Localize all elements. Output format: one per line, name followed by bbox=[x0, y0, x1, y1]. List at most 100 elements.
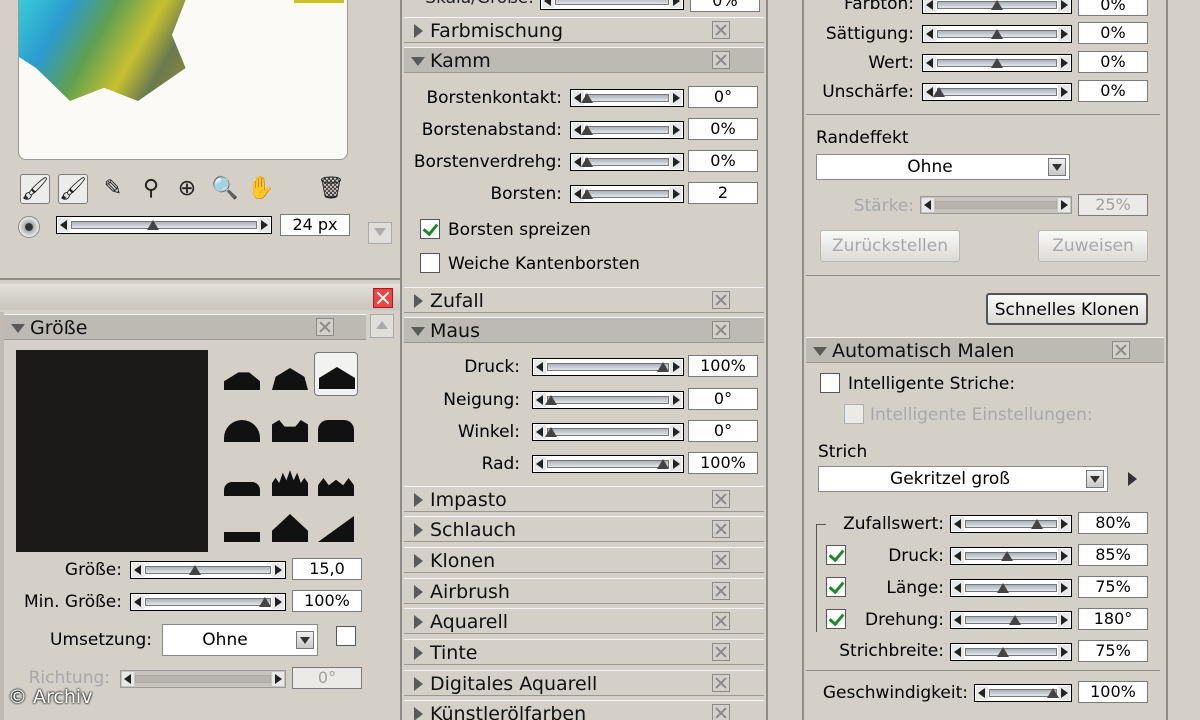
drehung-value[interactable]: 180° bbox=[1078, 608, 1148, 630]
close-section-icon[interactable] bbox=[712, 612, 730, 630]
borstenabstand-slider[interactable] bbox=[570, 121, 684, 139]
close-section-icon[interactable] bbox=[712, 291, 730, 309]
laenge-value[interactable]: 75% bbox=[1078, 576, 1148, 598]
neigung-slider[interactable] bbox=[532, 391, 684, 409]
skala-value[interactable]: 0% bbox=[690, 0, 760, 12]
borstenkontakt-value[interactable]: 0° bbox=[688, 86, 758, 108]
profile-icon[interactable] bbox=[268, 356, 308, 396]
unschaerfe-value[interactable]: 0% bbox=[1078, 80, 1148, 102]
close-section-icon[interactable] bbox=[712, 321, 730, 339]
profile-icon[interactable] bbox=[314, 508, 354, 548]
section-farbmischung[interactable]: Farbmischung bbox=[404, 17, 764, 43]
profile-icon-selected[interactable] bbox=[314, 352, 358, 396]
brush-size-slider[interactable] bbox=[56, 216, 272, 234]
strich-dropdown[interactable]: Gekritzel groß bbox=[818, 466, 1108, 492]
min-groesse-slider[interactable] bbox=[130, 593, 286, 611]
geschwindigkeit-value[interactable]: 100% bbox=[1078, 681, 1148, 703]
magnifier-icon[interactable]: 🔍 bbox=[210, 174, 240, 204]
section-impasto[interactable]: Impasto bbox=[404, 486, 764, 512]
borstenkontakt-slider[interactable] bbox=[570, 89, 684, 107]
profile-icon[interactable] bbox=[314, 408, 354, 448]
apply-button[interactable]: Zuweisen bbox=[1038, 230, 1148, 262]
paintbrush-icon[interactable]: ✎ bbox=[98, 174, 128, 204]
hand-icon[interactable]: ✋ bbox=[246, 174, 276, 204]
borstenverdrehg-slider[interactable] bbox=[570, 153, 684, 171]
laenge-slider[interactable] bbox=[950, 579, 1072, 597]
section-airbrush[interactable]: Airbrush bbox=[404, 578, 764, 604]
section-aquarell[interactable]: Aquarell bbox=[404, 608, 764, 634]
umsetzung-dropdown[interactable]: Ohne bbox=[162, 624, 318, 656]
section-zufall[interactable]: Zufall bbox=[404, 287, 764, 313]
section-klonen[interactable]: Klonen bbox=[404, 547, 764, 573]
auto-druck-slider[interactable] bbox=[950, 547, 1072, 565]
scroll-down-button[interactable] bbox=[368, 222, 392, 244]
flyout-arrow-icon[interactable] bbox=[1128, 472, 1137, 486]
close-section-icon[interactable] bbox=[1112, 341, 1130, 359]
close-section-icon[interactable] bbox=[316, 318, 334, 336]
rad-slider[interactable] bbox=[532, 455, 684, 473]
farbton-slider[interactable] bbox=[922, 0, 1072, 14]
intelligent-strokes-checkbox[interactable] bbox=[820, 373, 840, 393]
color-sampler-icon[interactable]: ⊕ bbox=[172, 174, 202, 204]
section-kamm[interactable]: Kamm bbox=[404, 47, 764, 73]
randeffekt-dropdown[interactable]: Ohne bbox=[816, 154, 1070, 180]
druck-value[interactable]: 100% bbox=[688, 355, 758, 377]
neigung-value[interactable]: 0° bbox=[688, 388, 758, 410]
profile-icon[interactable] bbox=[220, 408, 260, 448]
brush-icon[interactable]: 🖌 bbox=[20, 174, 50, 204]
brush-size-field[interactable]: 24 px bbox=[280, 214, 350, 236]
section-schlauch[interactable]: Schlauch bbox=[404, 516, 764, 542]
close-section-icon[interactable] bbox=[712, 490, 730, 508]
drehung-slider[interactable] bbox=[950, 611, 1072, 629]
borstenabstand-value[interactable]: 0% bbox=[688, 118, 758, 140]
close-section-icon[interactable] bbox=[712, 674, 730, 692]
close-section-icon[interactable] bbox=[712, 643, 730, 661]
close-section-icon[interactable] bbox=[712, 21, 730, 39]
profile-icon[interactable] bbox=[268, 462, 308, 502]
section-automatisch-malen[interactable]: Automatisch Malen bbox=[806, 337, 1164, 363]
min-groesse-value[interactable]: 100% bbox=[292, 590, 362, 612]
zufallswert-slider[interactable] bbox=[950, 515, 1072, 533]
borsten-spreizen-checkbox[interactable] bbox=[420, 219, 440, 239]
strichbreite-value[interactable]: 75% bbox=[1078, 640, 1148, 662]
section-tinte[interactable]: Tinte bbox=[404, 639, 764, 665]
farbton-value[interactable]: 0% bbox=[1078, 0, 1148, 16]
trash-icon[interactable]: 🗑 bbox=[316, 174, 346, 204]
profile-icon[interactable] bbox=[268, 508, 308, 548]
borsten-value[interactable]: 2 bbox=[688, 182, 758, 204]
profile-icon[interactable] bbox=[268, 408, 308, 448]
section-kuenstleroelfarben[interactable]: Künstlerölfarben bbox=[404, 700, 764, 720]
laenge-checkbox[interactable] bbox=[826, 577, 846, 597]
profile-icon[interactable] bbox=[220, 356, 260, 396]
skala-slider[interactable] bbox=[540, 0, 684, 10]
brush-alt-icon[interactable]: 🖌 bbox=[58, 174, 88, 204]
close-section-icon[interactable] bbox=[712, 51, 730, 69]
drehung-checkbox[interactable] bbox=[826, 609, 846, 629]
profile-icon[interactable] bbox=[220, 508, 260, 548]
close-section-icon[interactable] bbox=[712, 520, 730, 538]
borstenverdrehg-value[interactable]: 0% bbox=[688, 150, 758, 172]
unschaerfe-slider[interactable] bbox=[922, 83, 1072, 101]
rad-value[interactable]: 100% bbox=[688, 452, 758, 474]
borsten-slider[interactable] bbox=[570, 185, 684, 203]
section-maus[interactable]: Maus bbox=[404, 317, 764, 343]
groesse-value[interactable]: 15,0 bbox=[292, 558, 362, 580]
reset-button[interactable]: Zurückstellen bbox=[820, 230, 960, 262]
strichbreite-slider[interactable] bbox=[950, 643, 1072, 661]
quick-clone-button[interactable]: Schnelles Klonen bbox=[986, 293, 1148, 325]
saettigung-value[interactable]: 0% bbox=[1078, 22, 1148, 44]
druck-checkbox[interactable] bbox=[826, 545, 846, 565]
saettigung-slider[interactable] bbox=[922, 25, 1072, 43]
druck-slider[interactable] bbox=[532, 358, 684, 376]
close-section-icon[interactable] bbox=[712, 704, 730, 720]
close-panel-button[interactable] bbox=[373, 288, 393, 308]
zufallswert-value[interactable]: 80% bbox=[1078, 512, 1148, 534]
auto-druck-value[interactable]: 85% bbox=[1078, 544, 1148, 566]
winkel-value[interactable]: 0° bbox=[688, 420, 758, 442]
scroll-up-button[interactable] bbox=[370, 314, 394, 338]
profile-icon[interactable] bbox=[314, 462, 354, 502]
close-section-icon[interactable] bbox=[712, 551, 730, 569]
groesse-section-header[interactable]: Größe bbox=[4, 314, 366, 340]
groesse-slider[interactable] bbox=[130, 561, 286, 579]
weiche-kantenborsten-checkbox[interactable] bbox=[420, 253, 440, 273]
